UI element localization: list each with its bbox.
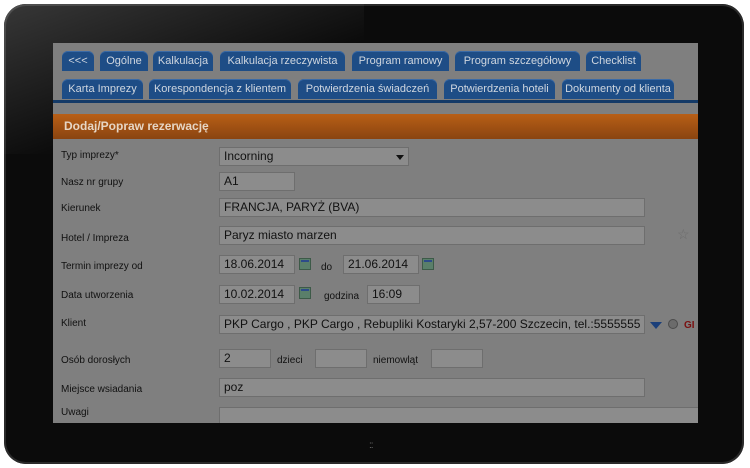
home-button[interactable]: :: [369, 440, 373, 451]
tablet-frame: <<< Ogólne Kalkulacja Kalkulacja rzeczyw… [4, 4, 744, 464]
browser-screen: <<< Ogólne Kalkulacja Kalkulacja rzeczyw… [53, 43, 698, 423]
screen-dim-overlay [53, 43, 698, 423]
